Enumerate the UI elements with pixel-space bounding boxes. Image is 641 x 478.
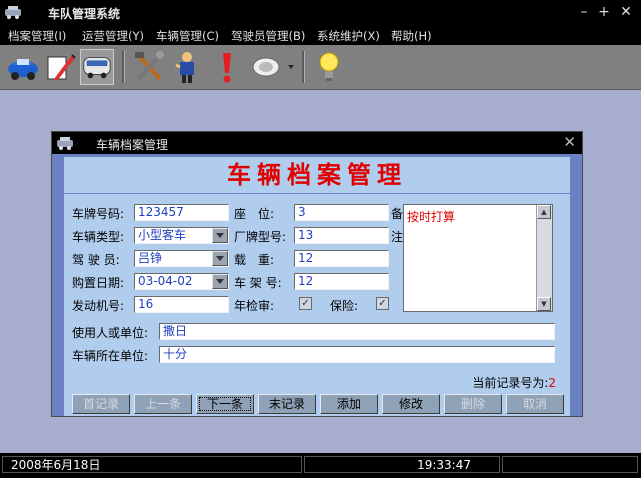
toolbar-separator bbox=[302, 51, 305, 83]
button-bar: 首记录 上一条 下一条 末记录 添加 修改 删除 取消 bbox=[64, 392, 570, 416]
edit-button[interactable]: 修改 bbox=[382, 394, 440, 414]
lightbulb-icon[interactable] bbox=[312, 49, 346, 85]
status-empty-pane bbox=[502, 456, 638, 473]
status-bar: 2008年6月18日 19:33:47 bbox=[0, 453, 641, 478]
next-record-button[interactable]: 下一条 bbox=[196, 394, 254, 414]
form-header: 车辆档案管理 bbox=[64, 157, 570, 193]
menu-help[interactable]: 帮助(H) bbox=[391, 28, 432, 44]
scroll-down-icon[interactable]: ▼ bbox=[537, 297, 551, 311]
engine-input[interactable]: 16 bbox=[134, 296, 229, 313]
dialog-body: 车辆档案管理 车牌号码: 123457 座 位: 3 车辆类型: 小型客车 厂牌… bbox=[52, 154, 582, 416]
form-panel: 车牌号码: 123457 座 位: 3 车辆类型: 小型客车 厂牌型号: 13 … bbox=[64, 194, 570, 392]
record-indicator: 当前记录号为:2 bbox=[472, 374, 556, 391]
seats-input[interactable]: 3 bbox=[294, 204, 389, 221]
scroll-up-icon[interactable]: ▲ bbox=[537, 205, 551, 219]
memo-scrollbar[interactable]: ▲ ▼ bbox=[536, 205, 552, 311]
memo-label-1: 备 bbox=[391, 207, 404, 221]
engine-label: 发动机号: bbox=[72, 299, 125, 313]
driver-label: 驾 驶 员: bbox=[72, 253, 120, 267]
memo-label-2: 注 bbox=[391, 230, 404, 244]
dialog-title-bar: 车辆档案管理 ✕ bbox=[52, 132, 582, 154]
plate-label: 车牌号码: bbox=[72, 207, 125, 221]
inspection-label: 年检审: bbox=[234, 299, 275, 313]
title-bar: 车队管理系统 – + ✕ bbox=[0, 0, 641, 26]
bus-icon[interactable] bbox=[80, 49, 114, 85]
maximize-button[interactable]: + bbox=[594, 2, 614, 22]
model-label: 厂牌型号: bbox=[234, 230, 287, 244]
user-input[interactable]: 撒日 bbox=[159, 323, 555, 340]
menu-operation[interactable]: 运营管理(Y) bbox=[82, 28, 144, 44]
close-button[interactable]: ✕ bbox=[616, 2, 636, 22]
record-number: 2 bbox=[548, 376, 556, 390]
memo-textarea[interactable]: 按时打算 ▲ ▼ bbox=[403, 204, 553, 312]
cancel-button[interactable]: 取消 bbox=[506, 394, 564, 414]
menu-bar: 档案管理(I) 运营管理(Y) 车辆管理(C) 驾驶员管理(B) 系统维护(X)… bbox=[0, 26, 641, 45]
add-button[interactable]: 添加 bbox=[320, 394, 378, 414]
menu-vehicle[interactable]: 车辆管理(C) bbox=[156, 28, 219, 44]
seats-label: 座 位: bbox=[234, 207, 275, 221]
model-input[interactable]: 13 bbox=[294, 227, 389, 244]
memo-text: 按时打算 bbox=[407, 210, 456, 224]
prev-record-button[interactable]: 上一条 bbox=[134, 394, 192, 414]
form-heading: 车辆档案管理 bbox=[227, 160, 407, 189]
type-label: 车辆类型: bbox=[72, 230, 125, 244]
inspection-checkbox[interactable]: ✓ bbox=[299, 297, 312, 310]
dialog-close-icon[interactable]: ✕ bbox=[563, 133, 576, 151]
load-label: 载 重: bbox=[234, 253, 275, 267]
insurance-label: 保险: bbox=[330, 299, 359, 313]
type-dropdown-icon[interactable] bbox=[212, 228, 228, 243]
location-input[interactable]: 十分 bbox=[159, 346, 555, 363]
toolbar-separator bbox=[122, 51, 125, 83]
driver-dropdown-icon[interactable] bbox=[212, 251, 228, 266]
driver-icon[interactable] bbox=[170, 49, 204, 85]
magnifier-icon[interactable] bbox=[250, 49, 296, 85]
car-icon[interactable] bbox=[6, 49, 40, 85]
main-window: 车队管理系统 – + ✕ 档案管理(I) 运营管理(Y) 车辆管理(C) 驾驶员… bbox=[0, 0, 641, 478]
frame-input[interactable]: 12 bbox=[294, 273, 389, 290]
minimize-button[interactable]: – bbox=[574, 2, 594, 22]
delete-button[interactable]: 删除 bbox=[444, 394, 502, 414]
dialog-app-icon bbox=[56, 135, 74, 154]
toolbar bbox=[0, 45, 641, 90]
vehicle-archive-dialog: 车辆档案管理 ✕ 车辆档案管理 车牌号码: 123457 座 位: 3 车辆类型… bbox=[51, 131, 583, 417]
pen-icon[interactable] bbox=[44, 49, 78, 85]
menu-archive[interactable]: 档案管理(I) bbox=[8, 28, 66, 44]
status-time: 19:33:47 bbox=[304, 456, 500, 473]
last-record-button[interactable]: 末记录 bbox=[258, 394, 316, 414]
dialog-title: 车辆档案管理 bbox=[96, 138, 169, 152]
frame-label: 车 架 号: bbox=[234, 276, 282, 290]
app-icon bbox=[4, 4, 22, 20]
menu-system[interactable]: 系统维护(X) bbox=[317, 28, 380, 44]
alert-icon[interactable] bbox=[210, 49, 244, 85]
user-label: 使用人或单位: bbox=[72, 326, 149, 340]
load-input[interactable]: 12 bbox=[294, 250, 389, 267]
record-label: 当前记录号为: bbox=[472, 376, 549, 390]
first-record-button[interactable]: 首记录 bbox=[72, 394, 130, 414]
date-dropdown-icon[interactable] bbox=[212, 274, 228, 289]
status-date: 2008年6月18日 bbox=[2, 456, 302, 473]
window-title: 车队管理系统 bbox=[48, 7, 121, 21]
location-label: 车辆所在单位: bbox=[72, 349, 149, 363]
insurance-checkbox[interactable]: ✓ bbox=[376, 297, 389, 310]
tools-icon[interactable] bbox=[132, 49, 166, 85]
plate-input[interactable]: 123457 bbox=[134, 204, 229, 221]
menu-driver[interactable]: 驾驶员管理(B) bbox=[231, 28, 305, 44]
purchase-label: 购置日期: bbox=[72, 276, 125, 290]
